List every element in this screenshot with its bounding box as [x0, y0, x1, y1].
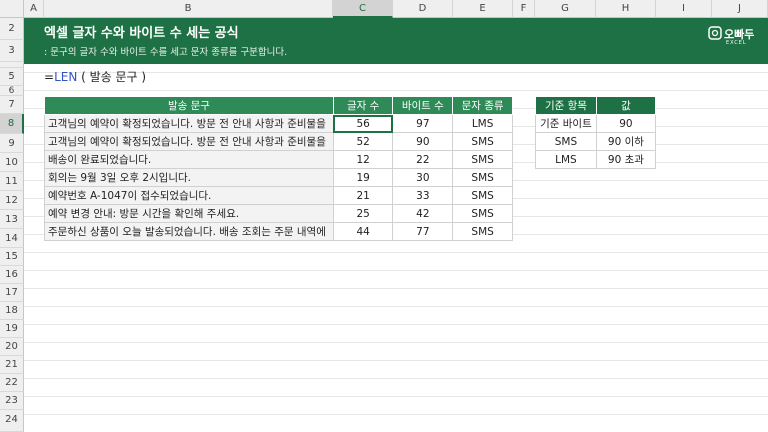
message-table: 발송 문구 글자 수 바이트 수 문자 종류 고객님의 예약이 확정되었습니다.…: [44, 96, 513, 241]
column-header-h[interactable]: H: [596, 0, 656, 18]
row-header[interactable]: 15: [0, 248, 24, 266]
cell-byte-count[interactable]: 30: [392, 168, 454, 187]
row-header[interactable]: 23: [0, 392, 24, 410]
row-header[interactable]: 14: [0, 229, 24, 248]
cell-message[interactable]: 고객님의 예약이 확정되었습니다. 방문 전 안내 사항과 준비물을: [44, 132, 334, 151]
row-header[interactable]: 21: [0, 356, 24, 374]
table-row: 주문하신 상품이 오늘 발송되었습니다. 배송 조회는 주문 내역에 44 77…: [44, 222, 513, 241]
banner-subtitle: : 문구의 글자 수와 바이트 수를 세고 문자 종류를 구분합니다.: [44, 47, 288, 58]
cell-message[interactable]: 회의는 9월 3일 오후 2시입니다.: [44, 168, 334, 187]
table-row: 고객님의 예약이 확정되었습니다. 방문 전 안내 사항과 준비물을 52 90…: [44, 132, 513, 151]
cell-criteria-value[interactable]: 90 이하: [595, 132, 657, 151]
cell-char-count[interactable]: 21: [332, 186, 394, 205]
table-header-row: 발송 문구 글자 수 바이트 수 문자 종류: [44, 96, 513, 115]
select-all-corner[interactable]: [0, 0, 24, 18]
row-header[interactable]: 3: [0, 40, 24, 62]
cell-message[interactable]: 고객님의 예약이 확정되었습니다. 방문 전 안내 사항과 준비물을: [44, 114, 334, 133]
column-header-a[interactable]: A: [24, 0, 44, 18]
brand-logo: 오빠두 EXCEL: [708, 24, 756, 56]
column-header-d[interactable]: D: [393, 0, 453, 18]
row-header[interactable]: 5: [0, 68, 24, 86]
row-header[interactable]: 19: [0, 320, 24, 338]
row-header[interactable]: 22: [0, 374, 24, 392]
formula-text: =LEN ( 발송 문구 ): [44, 68, 146, 85]
cell-char-count[interactable]: 12: [332, 150, 394, 169]
cell-byte-count[interactable]: 42: [392, 204, 454, 223]
header-value[interactable]: 값: [595, 96, 657, 115]
header-byte-count[interactable]: 바이트 수: [392, 96, 454, 115]
row-header[interactable]: 6: [0, 86, 24, 96]
cell-char-count[interactable]: 25: [332, 204, 394, 223]
table-row: SMS 90 이하: [535, 132, 657, 151]
cell-char-count[interactable]: 19: [332, 168, 394, 187]
row-header[interactable]: 8: [0, 114, 24, 134]
banner-title: 엑셀 글자 수와 바이트 수 세는 공식: [44, 26, 239, 41]
cell-char-count[interactable]: 52: [332, 132, 394, 151]
row-header[interactable]: 9: [0, 134, 24, 153]
header-message-type[interactable]: 문자 종류: [452, 96, 513, 115]
header-criteria-item[interactable]: 기준 항목: [535, 96, 597, 115]
column-header-f[interactable]: F: [513, 0, 535, 18]
cell-byte-count[interactable]: 90: [392, 132, 454, 151]
column-header-j[interactable]: J: [712, 0, 768, 18]
cell-criteria-item[interactable]: 기준 바이트: [535, 114, 597, 133]
table-row: 예약번호 A-1047이 접수되었습니다. 21 33 SMS: [44, 186, 513, 205]
column-header-b[interactable]: B: [44, 0, 333, 18]
cell-char-count-active[interactable]: 56: [332, 114, 394, 133]
cell-char-count[interactable]: 44: [332, 222, 394, 241]
row-header[interactable]: 18: [0, 302, 24, 320]
row-header[interactable]: 20: [0, 338, 24, 356]
cell-message[interactable]: 배송이 완료되었습니다.: [44, 150, 334, 169]
column-header-g[interactable]: G: [535, 0, 596, 18]
cell-message-type[interactable]: SMS: [452, 222, 513, 241]
table-header-row: 기준 항목 값: [535, 96, 657, 115]
column-header-i[interactable]: I: [656, 0, 712, 18]
cell-message[interactable]: 주문하신 상품이 오늘 발송되었습니다. 배송 조회는 주문 내역에: [44, 222, 334, 241]
cell-byte-count[interactable]: 77: [392, 222, 454, 241]
row-header[interactable]: 13: [0, 210, 24, 229]
row-header[interactable]: 24: [0, 410, 24, 432]
title-banner: 엑셀 글자 수와 바이트 수 세는 공식 : 문구의 글자 수와 바이트 수를 …: [24, 18, 768, 64]
cell-message[interactable]: 예약 변경 안내: 방문 시간을 확인해 주세요.: [44, 204, 334, 223]
table-row: 기준 바이트 90: [535, 114, 657, 133]
cell-byte-count[interactable]: 33: [392, 186, 454, 205]
logo-sub: EXCEL: [726, 40, 747, 46]
formula-prefix: =: [44, 70, 55, 84]
cell-message-type[interactable]: SMS: [452, 186, 513, 205]
logo-icon: [708, 26, 722, 40]
cell-message-type[interactable]: SMS: [452, 132, 513, 151]
row-header[interactable]: 16: [0, 266, 24, 284]
row-header[interactable]: 17: [0, 284, 24, 302]
cell-message-type[interactable]: SMS: [452, 150, 513, 169]
cell-message[interactable]: 예약번호 A-1047이 접수되었습니다.: [44, 186, 334, 205]
cell-byte-count[interactable]: 97: [392, 114, 454, 133]
cell-criteria-value[interactable]: 90: [595, 114, 657, 133]
header-char-count[interactable]: 글자 수: [332, 96, 394, 115]
row-header[interactable]: 10: [0, 153, 24, 172]
cell-criteria-value[interactable]: 90 초과: [595, 150, 657, 169]
cell-criteria-item[interactable]: SMS: [535, 132, 597, 151]
header-message[interactable]: 발송 문구: [44, 96, 334, 115]
row-header[interactable]: 12: [0, 191, 24, 210]
column-header-c[interactable]: C: [333, 0, 393, 18]
table-row: 배송이 완료되었습니다. 12 22 SMS: [44, 150, 513, 169]
table-row: 예약 변경 안내: 방문 시간을 확인해 주세요. 25 42 SMS: [44, 204, 513, 223]
column-header-e[interactable]: E: [453, 0, 513, 18]
formula-function: LEN: [54, 70, 78, 84]
table-row: 회의는 9월 3일 오후 2시입니다. 19 30 SMS: [44, 168, 513, 187]
table-row: 고객님의 예약이 확정되었습니다. 방문 전 안내 사항과 준비물을 56 97…: [44, 114, 513, 133]
criteria-table: 기준 항목 값 기준 바이트 90 SMS 90 이하 LMS 90 초과: [535, 96, 657, 169]
cell-message-type[interactable]: LMS: [452, 114, 513, 133]
cell-criteria-item[interactable]: LMS: [535, 150, 597, 169]
row-header[interactable]: 11: [0, 172, 24, 191]
cell-message-type[interactable]: SMS: [452, 168, 513, 187]
row-header[interactable]: 2: [0, 18, 24, 40]
table-row: LMS 90 초과: [535, 150, 657, 169]
row-header[interactable]: 7: [0, 96, 24, 114]
cell-byte-count[interactable]: 22: [392, 150, 454, 169]
formula-args: ( 발송 문구 ): [77, 70, 147, 84]
cell-message-type[interactable]: SMS: [452, 204, 513, 223]
